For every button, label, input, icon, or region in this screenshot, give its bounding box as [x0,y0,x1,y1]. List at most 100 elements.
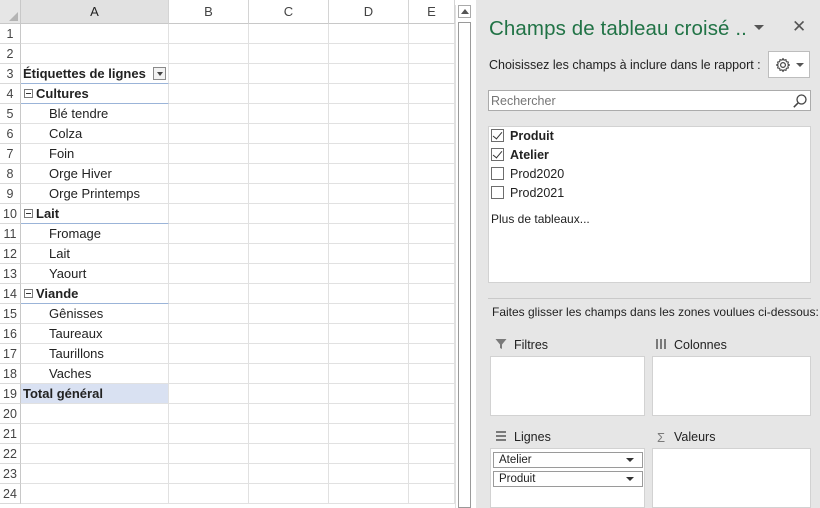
empty-cell[interactable] [169,164,249,184]
row-header[interactable]: 7 [0,144,21,164]
empty-cell[interactable] [169,64,249,84]
row-header[interactable]: 6 [0,124,21,144]
empty-cell[interactable] [249,324,329,344]
column-header-e[interactable]: E [409,0,455,24]
empty-cell[interactable] [169,44,249,64]
empty-cell[interactable] [409,464,455,484]
empty-cell[interactable] [21,404,169,424]
rows-drop-zone[interactable]: Atelier Produit [490,448,645,508]
empty-cell[interactable] [169,304,249,324]
spreadsheet-grid[interactable]: A B C D E 1 2 3 Étiquettes de lignes 4 Cultur… [0,0,455,508]
empty-cell[interactable] [409,24,455,44]
empty-cell[interactable] [409,224,455,244]
empty-cell[interactable] [329,424,409,444]
pivot-item-row[interactable]: Colza [21,124,169,144]
empty-cell[interactable] [249,184,329,204]
pivot-item-row[interactable]: Fromage [21,224,169,244]
empty-cell[interactable] [409,404,455,424]
empty-cell[interactable] [249,24,329,44]
empty-cell[interactable] [249,124,329,144]
pivot-item-row[interactable]: Orge Printemps [21,184,169,204]
column-header-b[interactable]: B [169,0,249,24]
empty-cell[interactable] [21,464,169,484]
empty-cell[interactable] [249,164,329,184]
empty-cell[interactable] [409,284,455,304]
empty-cell[interactable] [409,204,455,224]
row-header[interactable]: 18 [0,364,21,384]
row-header[interactable]: 14 [0,284,21,304]
row-header[interactable]: 10 [0,204,21,224]
empty-cell[interactable] [409,444,455,464]
row-header[interactable]: 2 [0,44,21,64]
empty-cell[interactable] [409,104,455,124]
empty-cell[interactable] [409,164,455,184]
empty-cell[interactable] [329,224,409,244]
empty-cell[interactable] [249,104,329,124]
empty-cell[interactable] [409,364,455,384]
empty-cell[interactable] [169,244,249,264]
field-item-prod2021[interactable]: Prod2021 [491,185,564,203]
empty-cell[interactable] [249,44,329,64]
empty-cell[interactable] [409,184,455,204]
empty-cell[interactable] [409,324,455,344]
empty-cell[interactable] [329,284,409,304]
pane-menu-chevron-icon[interactable] [753,23,765,33]
close-icon[interactable]: ✕ [792,17,806,37]
chevron-down-icon[interactable] [626,458,634,462]
column-header-c[interactable]: C [249,0,329,24]
search-icon[interactable] [792,93,808,109]
empty-cell[interactable] [329,364,409,384]
empty-cell[interactable] [409,144,455,164]
row-header[interactable]: 20 [0,404,21,424]
empty-cell[interactable] [249,244,329,264]
row-field-chip-produit[interactable]: Produit [493,471,643,487]
empty-cell[interactable] [409,344,455,364]
empty-cell[interactable] [21,444,169,464]
empty-cell[interactable] [169,324,249,344]
collapse-minus-icon[interactable] [24,289,33,299]
row-header[interactable]: 12 [0,244,21,264]
empty-cell[interactable] [249,84,329,104]
empty-cell[interactable] [329,404,409,424]
empty-cell[interactable] [169,84,249,104]
empty-cell[interactable] [169,264,249,284]
pivot-item-row[interactable]: Taureaux [21,324,169,344]
empty-cell[interactable] [249,224,329,244]
row-header[interactable]: 17 [0,344,21,364]
empty-cell[interactable] [409,424,455,444]
row-header[interactable]: 19 [0,384,21,404]
empty-cell[interactable] [249,404,329,424]
scrollbar-thumb[interactable] [458,22,471,508]
empty-cell[interactable] [329,44,409,64]
empty-cell[interactable] [249,424,329,444]
row-header[interactable]: 15 [0,304,21,324]
row-header[interactable]: 16 [0,324,21,344]
empty-cell[interactable] [329,24,409,44]
pivot-group-row[interactable]: Cultures [21,84,169,104]
empty-cell[interactable] [249,444,329,464]
empty-cell[interactable] [249,364,329,384]
checkbox-unchecked[interactable] [491,167,504,181]
empty-cell[interactable] [329,384,409,404]
pivot-item-row[interactable]: Blé tendre [21,104,169,124]
empty-cell[interactable] [169,484,249,504]
empty-cell[interactable] [249,204,329,224]
row-header[interactable]: 5 [0,104,21,124]
filter-dropdown-icon[interactable] [153,67,166,80]
field-item-prod2020[interactable]: Prod2020 [491,166,564,184]
row-header[interactable]: 4 [0,84,21,104]
empty-cell[interactable] [409,264,455,284]
empty-cell[interactable] [409,124,455,144]
row-header[interactable]: 24 [0,484,21,504]
empty-cell[interactable] [169,144,249,164]
empty-cell[interactable] [21,44,169,64]
row-header[interactable]: 9 [0,184,21,204]
empty-cell[interactable] [409,304,455,324]
empty-cell[interactable] [249,264,329,284]
collapse-minus-icon[interactable] [24,209,33,219]
empty-cell[interactable] [169,104,249,124]
empty-cell[interactable] [409,44,455,64]
values-drop-zone[interactable] [652,448,811,508]
row-header[interactable]: 13 [0,264,21,284]
more-tables-link[interactable]: Plus de tableaux... [491,212,590,226]
